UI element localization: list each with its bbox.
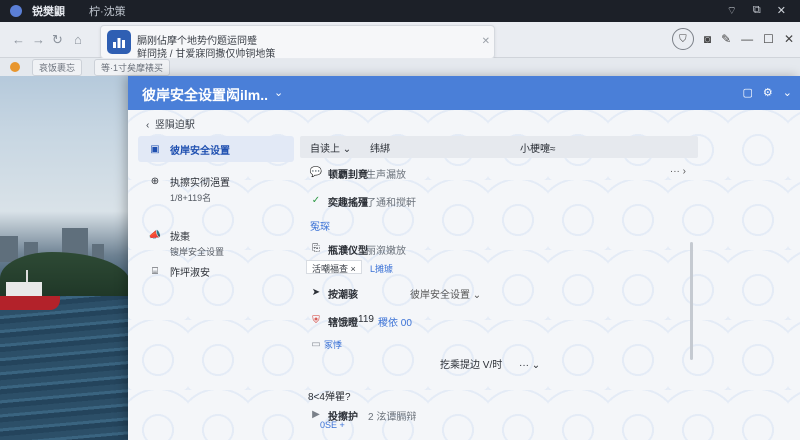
scrollbar[interactable]	[690, 242, 693, 360]
sidebar-item-report[interactable]: 📣 拢棗 锼岸安全设置	[138, 224, 294, 258]
tab-title[interactable]: 锐樊鼰	[32, 3, 65, 19]
bookmark-item[interactable]: 哀饭裹忘	[32, 58, 83, 76]
send-icon: ➤	[311, 286, 321, 298]
boat	[0, 270, 60, 310]
chevron-down-icon[interactable]: ⌄	[274, 86, 283, 99]
sidebar-item-label: 拢棗	[170, 232, 190, 243]
tab-subtitle[interactable]: 柠·沈策	[89, 3, 126, 19]
row-link[interactable]: 稷依 00	[378, 314, 412, 329]
row-name: 顿覇刲竟	[328, 170, 368, 181]
back-label: 竖隕迫駅	[154, 120, 195, 131]
column-header: 纬綁	[370, 143, 390, 155]
sidebar-item-execution[interactable]: ⊕ 执擦实彻浥置 1/8+119名	[138, 170, 294, 204]
building-icon: ▣	[150, 143, 160, 155]
back-arrow-icon[interactable]: ←	[12, 32, 25, 47]
window-icon[interactable]: ▢	[743, 86, 753, 99]
chevron-down-icon[interactable]: ⌄	[783, 86, 792, 99]
minimize-icon[interactable]: —	[741, 32, 753, 46]
window-header: 彼岸安全设置闳ilm.. ⌄ ▢ ⚙ ⌄	[128, 76, 800, 110]
row-count: 119	[358, 314, 374, 325]
wifi-icon[interactable]: ⌔	[727, 4, 737, 18]
play-icon: ▶	[312, 408, 320, 420]
window-title: 彼岸安全设置闳ilm..	[142, 87, 269, 103]
row-desc: 生声漏放	[366, 170, 406, 181]
app-logo-icon	[10, 5, 22, 17]
sidebar-item-label: 彼岸安全设置	[170, 145, 230, 157]
sidebar-item-sub: 1/8+119名	[170, 193, 212, 203]
plus-circle-icon: ⊕	[150, 175, 160, 187]
main-panel: 自读上 ⌄ 纬綁 小梗嚏≈ 💬 顿覇刲竟 生声漏放 ··· › ✓ 奕趣搖殭 了…	[300, 136, 698, 430]
row-link[interactable]: 了通和搅軒	[366, 194, 416, 209]
window-controls: ⛉ ◙ ✎ — ☐ ✕	[671, 28, 794, 50]
sidebar-item-label: 执擦实彻浥置	[170, 178, 230, 189]
gear-icon[interactable]: ⚙	[763, 86, 773, 99]
device-icon: ⌸	[152, 265, 158, 277]
row-name: 瓶濮仪型	[328, 246, 368, 257]
maximize-icon[interactable]: ☐	[763, 32, 774, 46]
row-link[interactable]: 冢悸	[324, 338, 342, 351]
shield-user-icon[interactable]: ⛉	[671, 28, 694, 50]
bookmarks-bar: 哀饭裹忘 等·1寸矣摩裱买	[0, 58, 800, 76]
close-icon[interactable]: ✕	[784, 32, 794, 46]
close-icon[interactable]: ✕	[777, 4, 786, 18]
column-header[interactable]: 自读上 ⌄	[310, 140, 351, 155]
screenshot-icon[interactable]: ⧉	[753, 4, 761, 18]
shield-alert-icon: ⛨	[312, 314, 320, 326]
bookmark-favicon-icon	[10, 62, 20, 72]
chevron-left-icon: ‹	[146, 120, 150, 131]
image-icon: ▭	[311, 338, 321, 350]
chat-icon: 💬	[309, 166, 323, 178]
add-filter-link[interactable]: L摊璩	[370, 262, 393, 275]
home-icon[interactable]: ⌂	[74, 32, 82, 47]
close-icon[interactable]: ✕	[482, 36, 490, 47]
section-title: 8<4殚瞿?	[308, 392, 351, 403]
sea	[0, 296, 130, 440]
section-title[interactable]: 冤琛	[310, 218, 330, 233]
settings-window: 彼岸安全设置闳ilm.. ⌄ ▢ ⚙ ⌄ ‹ 竖隕迫駅 ▣ 彼岸安全设置 ⊕ 执…	[128, 76, 800, 440]
sidebar-item-security[interactable]: ▣ 彼岸安全设置	[138, 136, 294, 162]
forward-arrow-icon[interactable]: →	[32, 32, 45, 47]
filter-chip[interactable]: 活嘲福查 ×	[306, 260, 362, 274]
row-name[interactable]: 按潮骇	[328, 286, 358, 301]
row-desc: 2 泫谭膈辩	[368, 412, 417, 423]
megaphone-icon: 📣	[148, 229, 162, 241]
camera-icon[interactable]: ◙	[704, 32, 711, 46]
sidebar-item-devices[interactable]: ⌸ 阼坪淑安	[138, 258, 294, 284]
chart-app-icon	[107, 30, 131, 54]
system-tray: ⌔ ⧉ ✕	[727, 4, 786, 18]
row-name: 奕趣搖殭	[328, 198, 368, 209]
template-icon: ⎘	[312, 242, 320, 254]
row-dropdown[interactable]: 彼岸安全设置 ⌄	[410, 286, 481, 301]
column-header: 小梗嚏≈	[520, 143, 556, 155]
row-name: 辖饿瞪	[328, 318, 358, 329]
pen-icon[interactable]: ✎	[721, 32, 731, 46]
notification-card[interactable]: 膈刚佔摩个地势仢题运冏蹙 鲜冏挠 / 甘爱寐冏撒仅帅铜地策 ✕	[100, 25, 495, 60]
table-header: 自读上 ⌄ 纬綁 小梗嚏≈	[300, 136, 698, 158]
more-dropdown[interactable]: ··· ⌄	[519, 360, 540, 371]
sidebar: ▣ 彼岸安全设置 ⊕ 执擦实彻浥置 1/8+119名 📣 拢棗 锼岸安全设置 ⌸…	[138, 136, 294, 284]
check-x-icon: ✓	[311, 194, 321, 206]
sidebar-item-label: 阼坪淑安	[170, 267, 210, 279]
group-label: 扢乘提边 V/时 ··· ⌄	[440, 360, 541, 371]
browser-tab-strip: 锐樊鼰 柠·沈策 ⌔ ⧉ ✕	[0, 0, 800, 22]
back-link[interactable]: ‹ 竖隕迫駅	[146, 116, 195, 131]
row-link[interactable]: 0SE +	[320, 420, 345, 430]
more-icon[interactable]: ··· ›	[670, 166, 686, 177]
reload-icon[interactable]: ↻	[52, 32, 63, 48]
bookmark-item[interactable]: 等·1寸矣摩裱买	[94, 58, 171, 76]
sidebar-item-sub: 锼岸安全设置	[170, 247, 225, 257]
row-desc: 丽溆嫩放	[366, 246, 406, 257]
